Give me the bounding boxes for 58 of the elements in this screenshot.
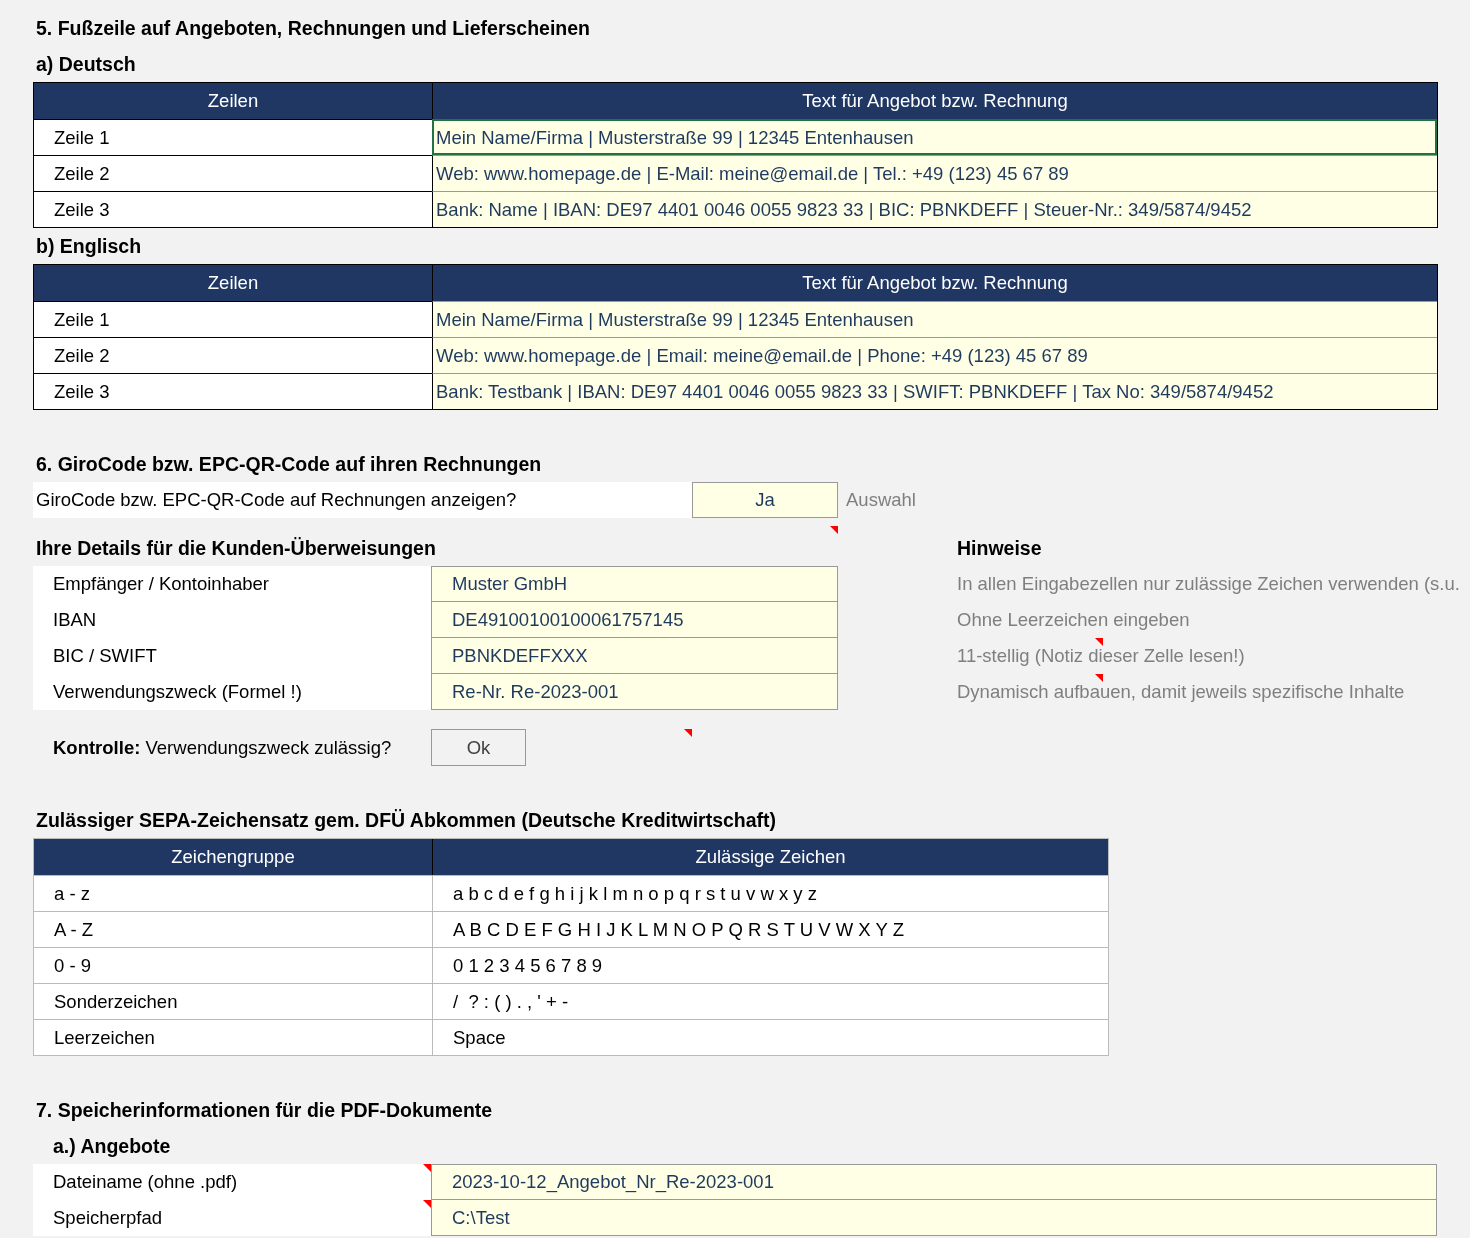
table-cell: 0 1 2 3 4 5 6 7 8 9 [432,947,1108,983]
field-label: Empfänger / Kontoinhaber [33,566,431,602]
section-heading: 5. Fußzeile auf Angeboten, Rechnungen und Lieferscheinen [35,16,591,41]
table-cell: 0 - 9 [34,947,432,983]
column-header: Zulässige Zeichen [432,839,1108,875]
table-cell: / ? : ( ) . , ' + - [432,983,1108,1019]
table-cell: Space [432,1019,1108,1055]
input-cell[interactable]: DE49100100100061757145 [431,602,838,638]
subsection-heading: b) Englisch [35,234,143,259]
hint-text: Dynamisch aufbauen, damit jeweils spezifische Inhalte [957,680,1405,705]
input-cell[interactable]: Web: www.homepage.de | Email: meine@email.de | Phone: +49 (123) 45 67 89 [432,337,1437,373]
section-heading: 6. GiroCode bzw. EPC-QR-Code auf ihren Rechnungen [35,452,543,477]
subsection-heading: a) Deutsch [35,52,137,77]
input-cell[interactable]: C:\Test [431,1200,1437,1236]
hint-text: 11-stellig (Notiz dieser Zelle lesen!) [957,644,1245,669]
table-cell: Zeile 1 [34,119,432,155]
section-heading: Ihre Details für die Kunden-Überweisungen [35,536,437,561]
table-cell: a - z [34,875,432,911]
table-cell: Leerzeichen [34,1019,432,1055]
input-cell[interactable]: Web: www.homepage.de | E-Mail: meine@email.de | Tel.: +49 (123) 45 67 89 [432,155,1437,191]
input-cell[interactable]: Mein Name/Firma | Musterstraße 99 | 12345 Entenhausen [432,119,1437,155]
column-header: Zeilen [34,83,432,119]
input-cell[interactable]: 2023-10-12_Angebot_Nr_Re-2023-001 [431,1164,1437,1200]
column-header: Text für Angebot bzw. Rechnung [432,265,1437,301]
table-cell: Sonderzeichen [34,983,432,1019]
field-label: Speicherpfad [33,1200,431,1236]
result-cell: Ok [431,729,526,766]
question-label: GiroCode bzw. EPC-QR-Code auf Rechnungen anzeigen? [33,482,692,518]
field-label: Verwendungszweck (Formel !) [33,674,431,710]
input-cell[interactable]: PBNKDEFFXXX [431,638,838,674]
table-cell: A - Z [34,911,432,947]
hint-label: Auswahl [845,488,916,513]
input-cell[interactable]: Muster GmbH [431,566,838,602]
table-cell: A B C D E F G H I J K L M N O P Q R S T U V W X Y Z [432,911,1108,947]
column-header: Zeichengruppe [34,839,432,875]
column-header: Zeilen [34,265,432,301]
section-heading: Hinweise [956,536,1042,561]
check-label: Kontrolle: Verwendungszweck zulässig? [52,735,393,760]
subsection-heading: a.) Angebote [52,1134,172,1159]
column-header: Text für Angebot bzw. Rechnung [432,83,1437,119]
table-cell: Zeile 3 [34,373,432,409]
table-cell: a b c d e f g h i j k l m n o p q r s t u v w x y z [432,875,1108,911]
input-cell[interactable]: Re-Nr. Re-2023-001 [431,674,838,710]
input-cell[interactable]: Bank: Testbank | IBAN: DE97 4401 0046 0055 9823 33 | SWIFT: PBNKDEFF | Tax No: 349/5874/9452 [432,373,1437,409]
section-heading: 7. Speicherinformationen für die PDF-Dokumente [35,1098,494,1123]
table-cell: Zeile 2 [34,155,432,191]
table-cell: Zeile 1 [34,301,432,337]
field-label: IBAN [33,602,431,638]
field-label: Dateiname (ohne .pdf) [33,1164,431,1200]
hint-text: Ohne Leerzeichen eingeben [957,608,1190,633]
dropdown-cell[interactable]: Ja [692,482,838,518]
hint-text: In allen Eingabezellen nur zulässige Zeichen verwenden (s.u. [957,572,1460,597]
section-heading: Zulässiger SEPA-Zeichensatz gem. DFÜ Abkommen (Deutsche Kreditwirtschaft) [35,808,778,833]
input-cell[interactable]: Bank: Name | IBAN: DE97 4401 0046 0055 9823 33 | BIC: PBNKDEFF | Steuer-Nr.: 349/5874/9452 [432,191,1437,227]
field-label: BIC / SWIFT [33,638,431,674]
table-cell: Zeile 3 [34,191,432,227]
table-cell: Zeile 2 [34,337,432,373]
input-cell[interactable]: Mein Name/Firma | Musterstraße 99 | 12345 Entenhausen [432,301,1437,337]
